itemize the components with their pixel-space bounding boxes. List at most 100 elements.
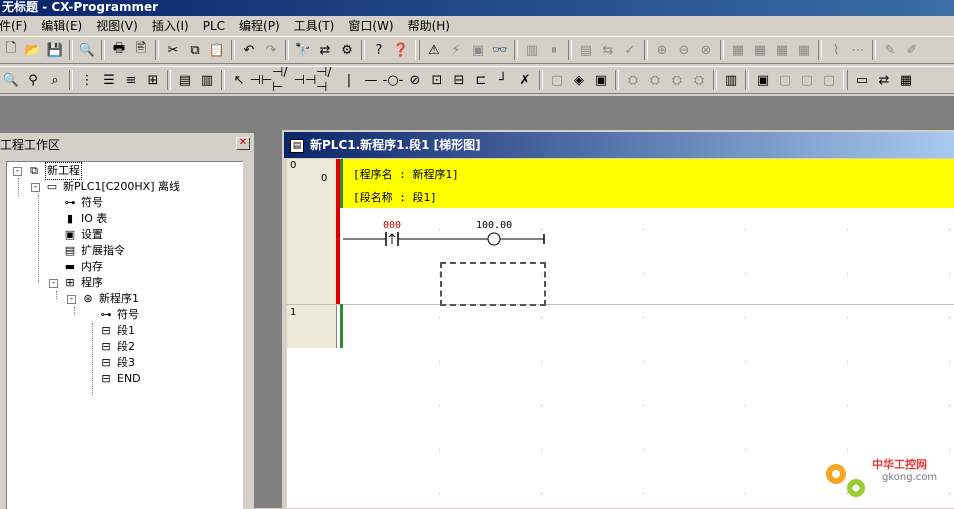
monitor-icon[interactable]: ▣ xyxy=(467,39,489,61)
pause-icon[interactable]: ⏸ xyxy=(543,39,565,61)
menu-item-8[interactable]: 帮助(H) xyxy=(401,17,457,35)
line-delete-icon[interactable]: ✗ xyxy=(514,69,536,91)
tree-item[interactable]: ▮ IO 表 xyxy=(49,211,107,227)
zoom-icon[interactable]: ⌕ xyxy=(44,69,66,91)
open-icon[interactable]: 📂 xyxy=(22,39,44,61)
horizontal-line-icon[interactable]: — xyxy=(360,69,382,91)
instruction-icon[interactable]: ⊡ xyxy=(426,69,448,91)
ladder-view-icon[interactable]: ▤ xyxy=(174,69,196,91)
help-icon[interactable]: ? xyxy=(368,39,390,61)
address-reference-icon[interactable]: ⚙ xyxy=(336,39,358,61)
transfer-icon[interactable]: ⇆ xyxy=(597,39,619,61)
pmcr2-icon[interactable]: ⊏ xyxy=(470,69,492,91)
tree-item[interactable]: - ▭ 新PLC1[C200HX] 离线 xyxy=(31,179,180,195)
menu-item-2[interactable]: 视图(V) xyxy=(89,17,145,35)
tree-item[interactable]: ⊶ 符号 xyxy=(85,307,140,323)
tree-expander-icon[interactable]: - xyxy=(67,294,76,304)
menu-item-3[interactable]: 插入(I) xyxy=(145,17,196,35)
check-all-icon[interactable]: ⛭ xyxy=(688,69,710,91)
online-edit-send-icon[interactable]: ✐ xyxy=(901,39,923,61)
tree-item[interactable]: ▬ 内存 xyxy=(49,259,103,275)
tree-item[interactable]: ▤ 扩展指令 xyxy=(49,243,125,259)
mnemonic-view-icon[interactable]: ▥ xyxy=(196,69,218,91)
force-off-icon[interactable]: ⊖ xyxy=(673,39,695,61)
save-icon[interactable]: 💾 xyxy=(44,39,66,61)
print-preview-icon[interactable]: 🔍 xyxy=(76,39,98,61)
replace-icon[interactable]: ⇄ xyxy=(314,39,336,61)
copy-icon[interactable]: ⧉ xyxy=(184,39,206,61)
menu-item-0[interactable]: 件(F) xyxy=(0,17,34,35)
tree-item[interactable]: ⊟ 段1 xyxy=(85,323,135,339)
line-connect-icon[interactable]: ┘ xyxy=(492,69,514,91)
tree-expander-icon[interactable]: - xyxy=(31,182,40,192)
tree-item[interactable]: - ⊛ 新程序1 xyxy=(67,291,139,307)
menu-item-6[interactable]: 工具(T) xyxy=(287,17,342,35)
close-panel-button[interactable]: ✕ xyxy=(236,137,250,150)
print-icon[interactable]: 🖶 xyxy=(108,39,130,61)
rung-annotation-icon[interactable]: ≡ xyxy=(120,69,142,91)
project-tree[interactable]: - ⧉ 新工程 - ▭ 新PLC1[C200HX] 离线 ⊶ 符号 ▮ IO 表 ▣ 设置 ▤ 扩展指令 ▬… xyxy=(6,161,243,509)
tree-item[interactable]: ▣ 设置 xyxy=(49,227,103,243)
menu-item-5[interactable]: 编程(P) xyxy=(232,17,287,35)
menu-item-7[interactable]: 窗口(W) xyxy=(341,17,400,35)
monitor-window-icon[interactable]: ⊞ xyxy=(142,69,164,91)
symbol-manage-icon[interactable]: ▣ xyxy=(590,69,612,91)
closed-coil-icon[interactable]: ⊘ xyxy=(404,69,426,91)
data-trace-icon[interactable]: ⋯ xyxy=(847,39,869,61)
rung-edit-icon[interactable]: ◈ xyxy=(568,69,590,91)
io-table-icon[interactable]: ▦ xyxy=(749,39,771,61)
zoom-out-icon[interactable]: ⚲ xyxy=(22,69,44,91)
verify-icon[interactable]: ✓ xyxy=(619,39,641,61)
window-cascade-icon[interactable]: ▢ xyxy=(774,69,796,91)
redo-icon[interactable]: ↷ xyxy=(260,39,282,61)
window-tile-icon[interactable]: ▢ xyxy=(796,69,818,91)
closed-contact-icon[interactable]: ⊣/⊢ xyxy=(272,67,294,93)
vertical-line-icon[interactable]: | xyxy=(338,69,360,91)
run-mode-icon[interactable]: ▥ xyxy=(521,39,543,61)
compile-icon[interactable]: ⛭ xyxy=(622,69,644,91)
force-on-icon[interactable]: ⊕ xyxy=(651,39,673,61)
tree-item[interactable]: - ⧉ 新工程 xyxy=(13,162,82,180)
tree-item[interactable]: ⊟ END xyxy=(85,371,140,387)
window-arrange-icon[interactable]: ▢ xyxy=(818,69,840,91)
memory-icon[interactable]: ▦ xyxy=(727,39,749,61)
undo-icon[interactable]: ↶ xyxy=(238,39,260,61)
toolbar-grip[interactable] xyxy=(415,40,420,60)
tree-expander-icon[interactable]: - xyxy=(13,166,22,176)
new-icon[interactable]: 🗋 xyxy=(0,39,22,61)
tree-item[interactable]: ⊟ 段3 xyxy=(85,355,135,371)
symbol-table-icon[interactable]: ▢ xyxy=(546,69,568,91)
cut-icon[interactable]: ✂ xyxy=(162,39,184,61)
compare-icon[interactable]: ▤ xyxy=(575,39,597,61)
binoculars-icon[interactable]: 👓 xyxy=(489,39,511,61)
menu-item-1[interactable]: 编辑(E) xyxy=(34,17,89,35)
cross-reference-icon[interactable]: ▥ xyxy=(720,69,742,91)
check-program-icon[interactable]: ⛭ xyxy=(666,69,688,91)
online-icon[interactable]: ⚡ xyxy=(445,39,467,61)
toolbar-grip[interactable] xyxy=(843,70,848,90)
menu-item-4[interactable]: PLC xyxy=(196,17,232,35)
print-setup-icon[interactable]: 🖹 xyxy=(130,39,152,61)
pmcr-icon[interactable]: ⊟ xyxy=(448,69,470,91)
compile-all-icon[interactable]: ⛭ xyxy=(644,69,666,91)
clock-icon[interactable]: ▦ xyxy=(793,39,815,61)
show-comments-icon[interactable]: ☰ xyxy=(98,69,120,91)
tree-item[interactable]: ⊶ 符号 xyxy=(49,195,104,211)
zoom-in-icon[interactable]: 🔍 xyxy=(0,69,22,91)
online-edit-icon[interactable]: ✎ xyxy=(879,39,901,61)
contact-icon[interactable]: ⊣⊢ xyxy=(250,69,273,91)
warning-icon[interactable]: ⚠ xyxy=(423,39,445,61)
context-help-icon[interactable]: ❓ xyxy=(390,39,412,61)
differential-monitor-icon[interactable]: ⌇ xyxy=(825,39,847,61)
address-icon[interactable]: ⇄ xyxy=(873,69,895,91)
settings-icon[interactable]: ▦ xyxy=(771,39,793,61)
tree-item[interactable]: ⊟ 段2 xyxy=(85,339,135,355)
tree-item[interactable]: - ⊞ 程序 xyxy=(49,275,103,291)
grid-icon[interactable]: ⋮ xyxy=(76,69,98,91)
ladder-cursor[interactable] xyxy=(440,262,546,306)
or-contact-icon[interactable]: ⊣⊣ xyxy=(294,69,317,91)
program-icon[interactable]: ▦ xyxy=(895,69,917,91)
select-mode-icon[interactable]: ↖ xyxy=(228,69,250,91)
tree-expander-icon[interactable]: - xyxy=(49,278,58,288)
task-icon[interactable]: ▭ xyxy=(851,69,873,91)
